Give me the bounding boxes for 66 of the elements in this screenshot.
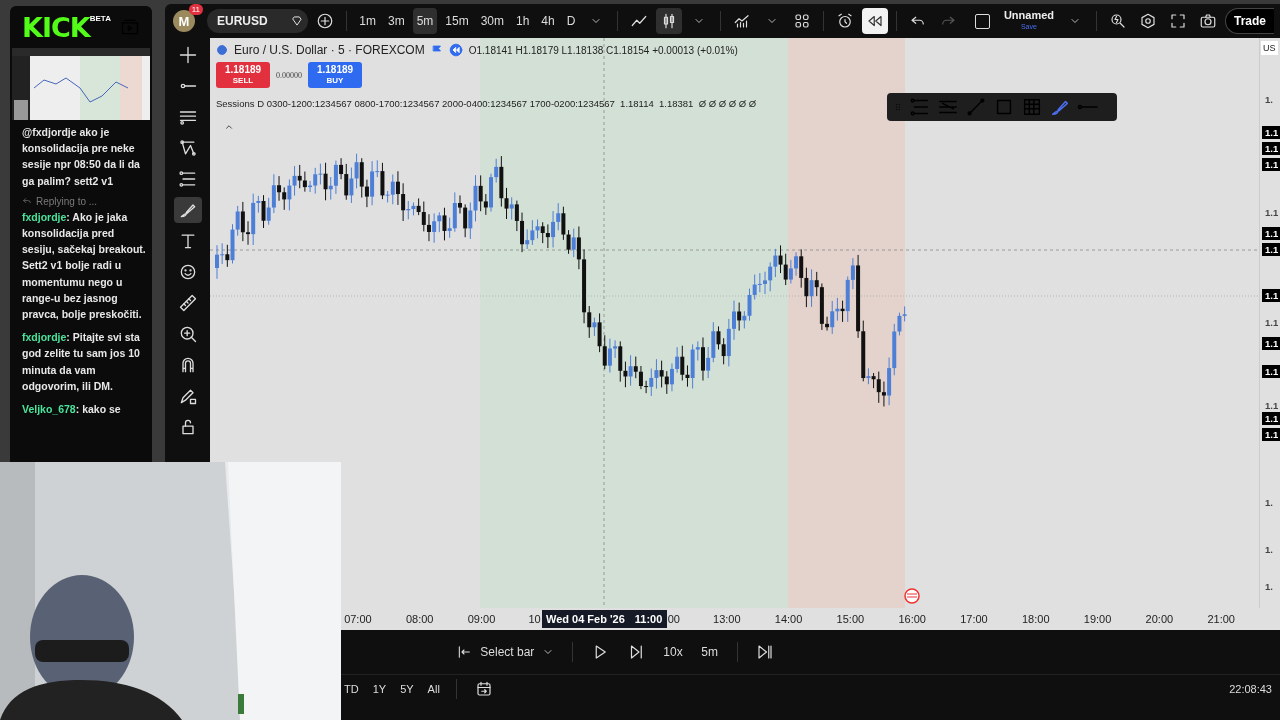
range-button[interactable]: All — [425, 683, 442, 695]
currency-label[interactable]: US — [1261, 41, 1278, 55]
price-label: 1.1 — [1262, 227, 1280, 240]
indicator-legend: Sessions D 0300-1200:1234567 0800-1700:1234567 2000-0400:1234567 1700-0200:1234567 1.18114 1.18381 Ø Ø Ø Ø Ø Ø — [216, 98, 757, 109]
price-label: 1.1 — [1262, 412, 1280, 425]
time-label: 16:00 — [897, 613, 927, 625]
price-label: 1.1 — [1262, 126, 1280, 139]
time-label: 07:00 — [343, 613, 373, 625]
symbol-title: Euro / U.S. Dollar · 5 · FOREXCOM — [234, 43, 425, 57]
interval-button[interactable]: 1h — [512, 8, 534, 34]
crosshair-time-label: Wed 04 Feb '26 11:00 — [541, 610, 667, 628]
chat-message: @fxdjordje ako je konsolidacija pre neke sesije npr 08:50 da li da ga palim? sett2 v1 — [22, 125, 141, 189]
time-label: 08:00 — [404, 613, 435, 625]
interval-button[interactable]: D — [562, 8, 580, 34]
speed-button[interactable]: 10x — [659, 639, 687, 665]
time-label: 00 — [667, 613, 680, 625]
interval-button[interactable]: 5m — [412, 8, 438, 34]
spread-value: 0.00000 — [276, 70, 302, 80]
price-label: 1. — [1264, 543, 1274, 556]
interval-button[interactable]: 30m — [476, 8, 508, 34]
price-label: 1.1 — [1262, 289, 1280, 302]
time-label: 10 — [528, 613, 541, 625]
interval-button[interactable]: 4h — [537, 8, 559, 34]
time-label: 18:00 — [1021, 613, 1051, 625]
price-label: 1.1 — [1264, 316, 1280, 329]
kick-logo: KICK — [22, 11, 90, 43]
chat-message: fxdjordje: Ako je jaka konsolidacija pred sesiju, sačekaj breakout. Sett2 v1 bolje radi u momentumu nego u range-u bez jasnog pravca, bolje preskočiti. — [22, 209, 146, 323]
range-button[interactable]: 5Y — [398, 683, 416, 695]
price-label: 1.1 — [1262, 243, 1280, 256]
time-label: 13:00 — [712, 613, 742, 625]
sell-button[interactable]: 1.18189 SELL — [216, 62, 270, 88]
reply-label: Replying to ... — [36, 195, 98, 207]
price-label: 1.1 — [1262, 158, 1280, 171]
notification-badge: 11 — [188, 4, 203, 15]
trade-button[interactable]: Trade — [1224, 8, 1274, 34]
chat-message: Veljko_678: kako se — [22, 402, 122, 418]
price-label: 1.1 — [1262, 337, 1280, 350]
chat-message: fxdjordje: Pitajte svi sta god zelite tu sam jos 10 minuta da vam odgovorim, ili DM. — [22, 330, 141, 394]
layout-name[interactable]: Unnamed — [1003, 10, 1054, 21]
ohlc-values: O1.18141 H1.18179 L1.18138 C1.18154 +0.00013 (+0.01%) — [468, 44, 738, 56]
price-label: 1.1 — [1262, 142, 1280, 155]
price-label: 1. — [1264, 93, 1274, 106]
price-label: 1.1 — [1262, 365, 1280, 378]
time-label: 14:00 — [773, 613, 804, 625]
beta-label: BETA — [89, 13, 111, 23]
time-label: 20:00 — [1144, 613, 1175, 625]
symbol-search[interactable]: EURUSD — [207, 9, 309, 33]
buy-button[interactable]: 1.18189 BUY — [308, 62, 362, 88]
range-button[interactable]: 1Y — [370, 683, 389, 695]
price-label: 1.1 — [1262, 428, 1280, 441]
time-label: 21:00 — [1206, 613, 1236, 625]
price-label: 1.1 — [1264, 206, 1280, 219]
time-label: 09:00 — [466, 613, 497, 625]
price-label: 1. — [1264, 580, 1274, 593]
step-interval-button[interactable]: 5m — [696, 639, 723, 665]
interval-button[interactable]: 3m — [383, 8, 409, 34]
time-label: 17:00 — [959, 613, 989, 625]
interval-button[interactable]: 1m — [355, 8, 380, 34]
clock: 22:08:43 — [1229, 683, 1272, 695]
time-label: 15:00 — [835, 613, 866, 625]
select-bar-button[interactable]: Select bar — [452, 639, 559, 665]
price-label: 1.1 — [1264, 399, 1280, 412]
range-button[interactable]: TD — [342, 683, 361, 695]
price-label: 1. — [1264, 496, 1274, 509]
interval-button[interactable]: 15m — [441, 8, 473, 34]
time-label: 19:00 — [1082, 613, 1113, 625]
